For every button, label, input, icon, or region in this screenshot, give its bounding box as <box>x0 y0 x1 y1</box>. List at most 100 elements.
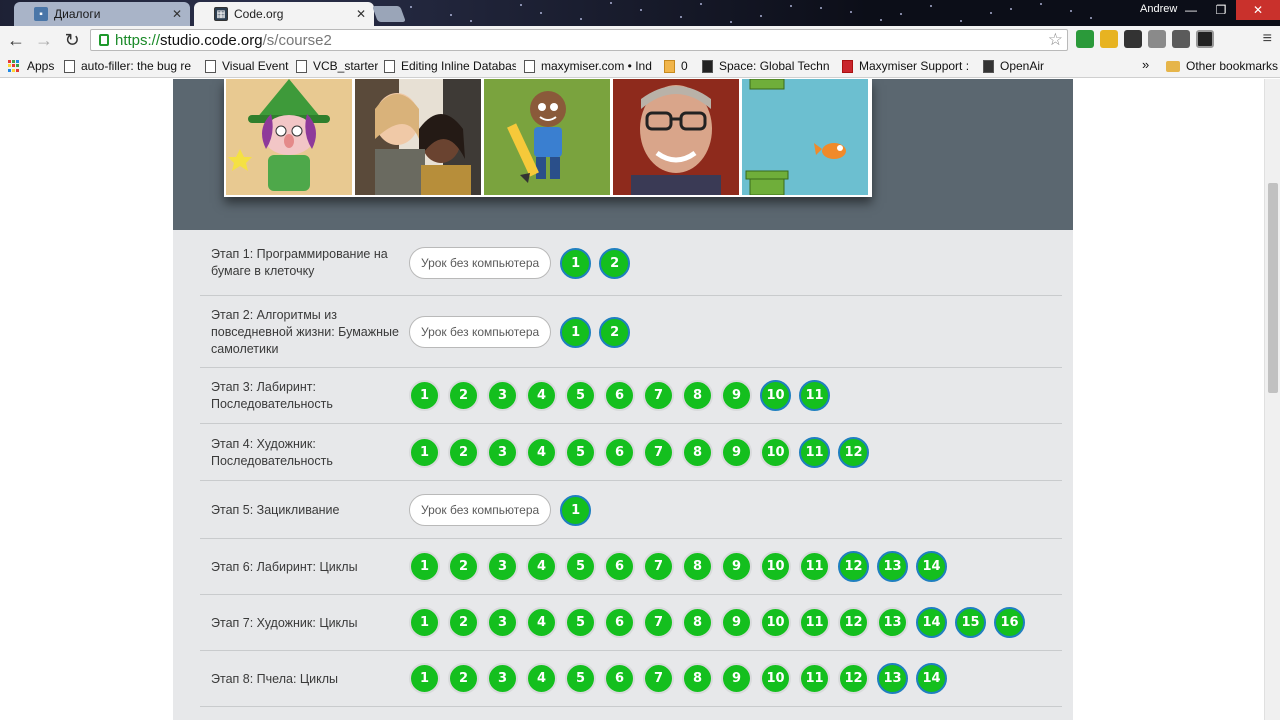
level-bubble[interactable]: 12 <box>838 607 869 638</box>
level-bubble[interactable]: 2 <box>448 380 479 411</box>
window-close-icon[interactable]: ✕ <box>1236 0 1280 20</box>
bookmark-vcb-starter[interactable]: VCB_starter <box>296 59 378 73</box>
bookmark-star-icon[interactable]: ☆ <box>1048 30 1063 50</box>
tasks-extension-icon[interactable] <box>1100 30 1118 48</box>
bookmark-maxymiser-support[interactable]: Maxymiser Support : <box>842 59 969 73</box>
level-bubble[interactable]: 7 <box>643 436 674 468</box>
level-bubble[interactable]: 6 <box>604 436 635 468</box>
page-scrollbar[interactable] <box>1264 79 1280 720</box>
level-bubble[interactable]: 1 <box>409 380 440 411</box>
bookmark-openair[interactable]: OpenAir <box>983 59 1044 73</box>
scrollbar-thumb[interactable] <box>1268 183 1278 393</box>
level-bubble[interactable]: 4 <box>526 436 557 468</box>
bookmark-space-global[interactable]: Space: Global Technic <box>702 59 830 73</box>
level-bubble[interactable]: 6 <box>604 551 635 582</box>
check-extension-icon[interactable] <box>1076 30 1094 48</box>
minimize-icon[interactable]: — <box>1176 0 1206 20</box>
level-bubble[interactable]: 3 <box>487 436 518 468</box>
tab-codeorg[interactable]: ▦ Code.org ✕ <box>194 2 374 26</box>
level-bubble[interactable]: 14 <box>916 551 947 582</box>
bookmarks-overflow[interactable]: » <box>1142 57 1149 72</box>
level-bubble[interactable]: 13 <box>877 607 908 638</box>
level-bubble[interactable]: 9 <box>721 663 752 694</box>
level-bubble[interactable]: 1 <box>409 663 440 694</box>
level-bubble[interactable]: 10 <box>760 436 791 468</box>
level-bubble[interactable]: 4 <box>526 607 557 638</box>
stage-name[interactable]: Этап 3: Лабиринт: Последовательность <box>211 379 401 413</box>
tab-dialogs[interactable]: ▪ Диалоги ✕ <box>14 2 190 26</box>
dropbox-extension-icon[interactable] <box>1148 30 1166 48</box>
bookmark-visual-event[interactable]: Visual Event <box>205 59 289 73</box>
media-extension-icon[interactable] <box>1172 30 1190 48</box>
square-extension-icon[interactable] <box>1196 30 1214 48</box>
back-arrow-icon[interactable]: ← <box>2 27 30 53</box>
level-bubble[interactable]: 6 <box>604 607 635 638</box>
level-bubble[interactable]: 10 <box>760 607 791 638</box>
level-bubble[interactable]: 12 <box>838 436 869 468</box>
level-bubble[interactable]: 6 <box>604 380 635 411</box>
level-bubble[interactable]: 7 <box>643 551 674 582</box>
level-bubble[interactable]: 11 <box>799 436 830 468</box>
level-bubble[interactable]: 1 <box>560 247 592 279</box>
level-bubble[interactable]: 10 <box>760 663 791 694</box>
bookmark-maxymiser[interactable]: maxymiser.com • Inde <box>524 59 652 73</box>
level-bubble[interactable]: 5 <box>565 551 596 582</box>
level-bubble[interactable]: 5 <box>565 436 596 468</box>
level-bubble[interactable]: 1 <box>409 607 440 638</box>
level-bubble[interactable]: 1 <box>560 316 592 348</box>
bookmark-auto-filler[interactable]: auto-filler: the bug re <box>64 59 191 73</box>
level-bubble[interactable]: 10 <box>760 380 791 411</box>
level-bubble[interactable]: 4 <box>526 663 557 694</box>
stage-name[interactable]: Этап 7: Художник: Циклы <box>211 615 401 632</box>
level-bubble[interactable]: 1 <box>409 436 440 468</box>
level-bubble[interactable]: 8 <box>682 380 713 411</box>
unplugged-lesson-pill[interactable]: Урок без компьютера <box>409 316 552 348</box>
forward-arrow-icon[interactable]: → <box>30 27 58 53</box>
level-bubble[interactable]: 2 <box>599 316 631 348</box>
dark-extension-icon[interactable] <box>1124 30 1142 48</box>
level-bubble[interactable]: 13 <box>877 663 908 694</box>
level-bubble[interactable]: 5 <box>565 607 596 638</box>
stage-name[interactable]: Этап 4: Художник: Последовательность <box>211 436 401 470</box>
stage-name[interactable]: Этап 2: Алгоритмы из повседневной жизни:… <box>211 307 401 358</box>
level-bubble[interactable]: 8 <box>682 551 713 582</box>
level-bubble[interactable]: 9 <box>721 551 752 582</box>
level-bubble[interactable]: 8 <box>682 436 713 468</box>
unplugged-lesson-pill[interactable]: Урок без компьютера <box>409 494 552 526</box>
level-bubble[interactable]: 13 <box>877 551 908 582</box>
level-bubble[interactable]: 7 <box>643 380 674 411</box>
level-bubble[interactable]: 2 <box>599 247 631 279</box>
level-bubble[interactable]: 8 <box>682 663 713 694</box>
level-bubble[interactable]: 12 <box>838 551 869 582</box>
profile-name[interactable]: Andrew <box>1140 3 1177 15</box>
level-bubble[interactable]: 10 <box>760 551 791 582</box>
address-bar[interactable]: https:// studio.code.org /s/course2 ☆ <box>90 29 1068 51</box>
level-bubble[interactable]: 6 <box>604 663 635 694</box>
level-bubble[interactable]: 7 <box>643 607 674 638</box>
level-bubble[interactable]: 3 <box>487 380 518 411</box>
level-bubble[interactable]: 15 <box>955 607 986 638</box>
reload-icon[interactable]: ↻ <box>58 27 86 53</box>
level-bubble[interactable]: 8 <box>682 607 713 638</box>
stage-name[interactable]: Этап 8: Пчела: Циклы <box>211 671 401 688</box>
level-bubble[interactable]: 16 <box>994 607 1025 638</box>
bookmark-apps[interactable]: Apps <box>8 59 54 73</box>
level-bubble[interactable]: 12 <box>838 663 869 694</box>
bookmark-editing-inline[interactable]: Editing Inline Databas <box>384 59 516 73</box>
level-bubble[interactable]: 3 <box>487 663 518 694</box>
menu-icon[interactable]: ≡ <box>1263 30 1272 48</box>
level-bubble[interactable]: 14 <box>916 607 947 638</box>
restore-icon[interactable]: ❐ <box>1206 0 1236 20</box>
level-bubble[interactable]: 11 <box>799 607 830 638</box>
other-bookmarks[interactable]: Other bookmarks <box>1166 59 1278 73</box>
stage-name[interactable]: Этап 1: Программирование на бумаге в кле… <box>211 246 401 280</box>
close-icon[interactable]: ✕ <box>172 7 182 21</box>
close-icon[interactable]: ✕ <box>356 7 366 21</box>
stage-name[interactable]: Этап 6: Лабиринт: Циклы <box>211 559 401 576</box>
level-bubble[interactable]: 11 <box>799 380 830 411</box>
level-bubble[interactable]: 9 <box>721 436 752 468</box>
bookmark-zero[interactable]: 0 <box>664 59 688 73</box>
level-bubble[interactable]: 2 <box>448 436 479 468</box>
level-bubble[interactable]: 2 <box>448 663 479 694</box>
level-bubble[interactable]: 5 <box>565 380 596 411</box>
